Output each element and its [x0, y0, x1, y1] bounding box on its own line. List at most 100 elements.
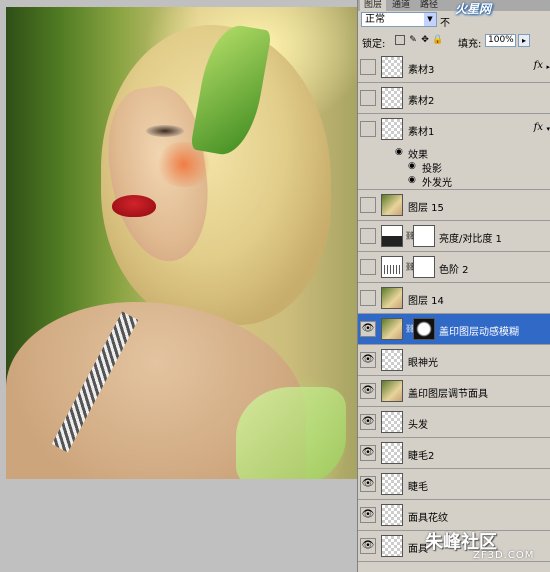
layer-name: 眼神光: [408, 358, 438, 369]
layer-name: 素材3: [408, 65, 435, 76]
layer-row[interactable]: 👁 睫毛2: [358, 438, 550, 469]
fx-icon[interactable]: fx: [534, 60, 543, 71]
triangle-down-icon[interactable]: ▾: [546, 125, 550, 133]
image-eye: [146, 125, 184, 137]
layer-mask-thumbnail[interactable]: [413, 256, 435, 278]
layer-name: 色阶 2: [439, 265, 469, 276]
layer-row[interactable]: 👁 盖印图层调节面具: [358, 376, 550, 407]
layer-row[interactable]: 素材2: [358, 83, 550, 114]
document-canvas-image[interactable]: [6, 7, 357, 479]
layer-row[interactable]: 图层 14: [358, 283, 550, 314]
layer-thumbnail: [381, 535, 403, 557]
visibility-toggle[interactable]: 👁: [360, 352, 376, 368]
fill-slider-toggle[interactable]: ▸: [518, 34, 530, 47]
visibility-toggle[interactable]: 👁: [360, 383, 376, 399]
layer-name: 睫毛2: [408, 451, 435, 462]
layer-row[interactable]: 素材3 fx ▸: [358, 52, 550, 83]
layer-thumbnail: [381, 318, 403, 340]
layer-thumbnail: [381, 118, 403, 140]
watermark-logo-top: 火星网: [455, 2, 492, 16]
image-lips: [112, 195, 156, 217]
lock-move-icon[interactable]: ✥: [420, 35, 430, 45]
eye-icon[interactable]: ◉: [408, 161, 416, 171]
layer-effects-group: ◉ 效果 ◉ 投影 ◉ 外发光: [358, 145, 550, 190]
visibility-toggle[interactable]: 👁: [360, 321, 376, 337]
visibility-toggle[interactable]: [360, 90, 376, 106]
adjustment-thumbnail: [381, 225, 403, 247]
visibility-toggle[interactable]: 👁: [360, 507, 376, 523]
lock-label: 锁定:: [362, 39, 386, 50]
layer-row[interactable]: 👁 睫毛: [358, 469, 550, 500]
effect-label: 外发光: [422, 178, 452, 189]
layer-row[interactable]: 👁 眼神光: [358, 345, 550, 376]
visibility-toggle[interactable]: [360, 59, 376, 75]
link-icon[interactable]: ⛓: [405, 324, 415, 334]
layer-thumbnail: [381, 287, 403, 309]
panel-tab-bar: 图层 通道 路径: [358, 0, 550, 11]
visibility-toggle[interactable]: [360, 197, 376, 213]
layer-name: 图层 15: [408, 203, 444, 214]
visibility-toggle[interactable]: [360, 228, 376, 244]
layer-row[interactable]: ⛓ 亮度/对比度 1: [358, 221, 550, 252]
layer-name: 盖印图层调节面具: [408, 389, 488, 400]
layer-name: 素材2: [408, 96, 435, 107]
fill-input[interactable]: 100%: [485, 34, 516, 47]
layer-mask-thumbnail[interactable]: [413, 318, 435, 340]
effects-header[interactable]: ◉ 效果: [358, 145, 550, 161]
lock-brush-icon[interactable]: ✎: [408, 35, 418, 45]
layer-thumbnail: [381, 442, 403, 464]
layer-thumbnail: [381, 411, 403, 433]
layer-thumbnail: [381, 194, 403, 216]
link-icon[interactable]: ⛓: [405, 231, 415, 241]
layer-thumbnail: [381, 504, 403, 526]
lock-row: 锁定: ✎ ✥ 🔒 填充: 100% ▸: [358, 31, 550, 50]
layer-thumbnail: [381, 380, 403, 402]
layer-list: 素材3 fx ▸ 素材2 素材1 fx ▾ ◉ 效果 ◉ 投影 ◉ 外发光 图层…: [358, 52, 550, 572]
lock-all-icon[interactable]: 🔒: [432, 35, 443, 45]
layer-thumbnail: [381, 349, 403, 371]
visibility-toggle[interactable]: 👁: [360, 538, 376, 554]
layer-mask-thumbnail[interactable]: [413, 225, 435, 247]
visibility-toggle[interactable]: [360, 121, 376, 137]
watermark-url: ZF3D.COM: [473, 550, 535, 561]
layer-row[interactable]: 素材1 fx ▾: [358, 114, 550, 145]
visibility-toggle[interactable]: [360, 259, 376, 275]
eye-icon[interactable]: ◉: [395, 147, 403, 157]
blend-row: 正常 ▼ 不: [358, 11, 550, 29]
tab-channels[interactable]: 通道: [388, 0, 414, 11]
canvas-area: [0, 0, 357, 572]
layer-row[interactable]: 👁 头发: [358, 407, 550, 438]
visibility-toggle[interactable]: 👁: [360, 445, 376, 461]
visibility-toggle[interactable]: [360, 290, 376, 306]
layer-thumbnail: [381, 473, 403, 495]
opacity-label: 不: [440, 18, 450, 29]
effect-item[interactable]: ◉ 外发光: [358, 173, 550, 189]
layer-name: 盖印图层动感模糊: [439, 327, 519, 338]
blend-mode-select[interactable]: 正常 ▼: [361, 12, 437, 27]
layer-name: 面具花纹: [408, 513, 448, 524]
layer-row[interactable]: 图层 15: [358, 190, 550, 221]
layer-name: 头发: [408, 420, 428, 431]
layer-row-selected[interactable]: 👁 ⛓ 盖印图层动感模糊: [358, 314, 550, 345]
levels-thumbnail: [381, 256, 403, 278]
layer-name: 图层 14: [408, 296, 444, 307]
layer-name: 睫毛: [408, 482, 428, 493]
tab-paths[interactable]: 路径: [416, 0, 442, 11]
layer-name: 亮度/对比度 1: [439, 234, 502, 245]
layer-name: 素材1: [408, 127, 435, 138]
layers-panel: 图层 通道 路径 正常 ▼ 不 锁定: ✎ ✥ 🔒 填充: 100% ▸ 素材3…: [357, 0, 550, 572]
layer-thumbnail: [381, 56, 403, 78]
triangle-right-icon[interactable]: ▸: [546, 63, 550, 71]
lock-transparent-icon[interactable]: [395, 35, 405, 45]
eye-icon[interactable]: ◉: [408, 175, 416, 185]
link-icon[interactable]: ⛓: [405, 262, 415, 272]
image-leaf: [236, 387, 346, 479]
tab-layers[interactable]: 图层: [360, 0, 387, 11]
effect-item[interactable]: ◉ 投影: [358, 159, 550, 175]
visibility-toggle[interactable]: 👁: [360, 414, 376, 430]
layer-row[interactable]: 👁 面具花纹: [358, 500, 550, 531]
layer-row[interactable]: ⛓ 色阶 2: [358, 252, 550, 283]
visibility-toggle[interactable]: 👁: [360, 476, 376, 492]
fill-label: 填充:: [458, 39, 482, 50]
fx-icon[interactable]: fx: [534, 122, 543, 133]
